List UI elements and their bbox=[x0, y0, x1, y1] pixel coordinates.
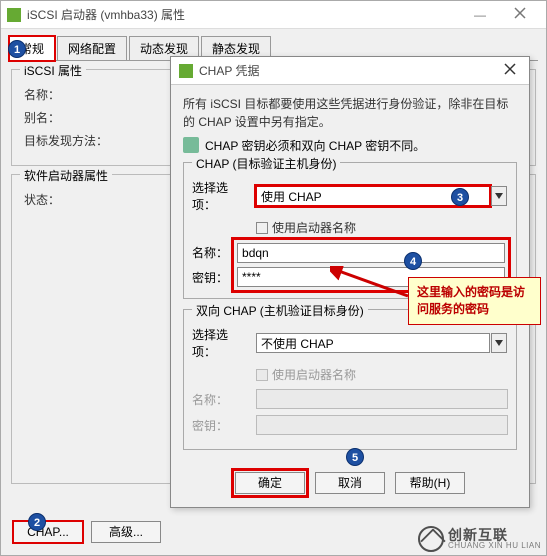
close-button[interactable] bbox=[500, 4, 540, 26]
chap-description: 所有 iSCSI 目标都要使用这些凭据进行身份验证，除非在目标的 CHAP 设置… bbox=[183, 95, 517, 131]
minimize-button[interactable]: — bbox=[460, 4, 500, 26]
app-icon bbox=[179, 64, 193, 78]
close-icon bbox=[504, 63, 516, 75]
mutual-name-input bbox=[256, 389, 508, 409]
callout-badge-3: 3 bbox=[451, 188, 469, 206]
help-button[interactable]: 帮助(H) bbox=[395, 472, 465, 494]
mutual-use-initiator-label: 使用启动器名称 bbox=[272, 366, 356, 383]
cancel-button[interactable]: 取消 bbox=[315, 472, 385, 494]
watermark-cn: 创新互联 bbox=[448, 528, 541, 542]
chap-close-button[interactable] bbox=[499, 63, 521, 78]
group-iscsi-legend: iSCSI 属性 bbox=[20, 62, 86, 79]
mutual-secret-input bbox=[256, 415, 508, 435]
mutual-use-initiator-checkbox bbox=[256, 369, 268, 381]
label-alias: 别名： bbox=[24, 109, 114, 126]
chap-name-input[interactable]: bdqn bbox=[237, 243, 505, 263]
chap-use-initiator-checkbox[interactable] bbox=[256, 222, 268, 234]
label-chap-name: 名称： bbox=[192, 244, 228, 261]
dropdown-arrow-button[interactable] bbox=[491, 333, 507, 353]
callout-badge-2: 2 bbox=[28, 513, 46, 531]
callout-tooltip: 这里输入的密码是访问服务的密码 bbox=[408, 277, 541, 325]
callout-badge-1: 1 bbox=[8, 40, 26, 58]
label-name: 名称： bbox=[24, 86, 114, 103]
mutual-use-initiator-row: 使用启动器名称 bbox=[256, 366, 508, 383]
chap-info-text: CHAP 密钥必须和双向 CHAP 密钥不同。 bbox=[205, 137, 425, 154]
ok-button[interactable]: 确定 bbox=[235, 472, 305, 494]
label-mutual-secret: 密钥： bbox=[192, 417, 250, 434]
label-mutual-option: 选择选项： bbox=[192, 326, 250, 360]
label-discovery: 目标发现方法： bbox=[24, 132, 114, 149]
chap-dialog-buttons: 确定 取消 帮助(H) bbox=[171, 464, 529, 504]
group-software-legend: 软件启动器属性 bbox=[20, 167, 112, 184]
watermark-en: CHUANG XIN HU LIAN bbox=[448, 542, 541, 550]
info-icon bbox=[183, 137, 199, 153]
chap-use-initiator-row: 使用启动器名称 bbox=[256, 219, 508, 236]
chap-use-initiator-label: 使用启动器名称 bbox=[272, 219, 356, 236]
watermark: 创新互联 CHUANG XIN HU LIAN bbox=[418, 526, 541, 552]
dropdown-arrow-button[interactable] bbox=[491, 186, 507, 206]
mutual-option-dropdown[interactable]: 不使用 CHAP bbox=[256, 333, 490, 353]
chevron-down-icon bbox=[495, 193, 503, 199]
advanced-button[interactable]: 高级... bbox=[91, 521, 161, 543]
chap-button[interactable]: CHAP... bbox=[13, 521, 83, 543]
watermark-logo-icon bbox=[418, 526, 444, 552]
main-titlebar: iSCSI 启动器 (vmhba33) 属性 — bbox=[1, 1, 546, 29]
chap-titlebar: CHAP 凭据 bbox=[171, 57, 529, 85]
callout-badge-5: 5 bbox=[346, 448, 364, 466]
label-status: 状态： bbox=[24, 191, 114, 208]
label-mutual-name: 名称： bbox=[192, 391, 250, 408]
group-chap-legend: CHAP (目标验证主机身份) bbox=[192, 155, 340, 172]
group-mutual-chap: 双向 CHAP (主机验证目标身份) 选择选项： 不使用 CHAP 使用启动器名… bbox=[183, 309, 517, 450]
chap-info-row: CHAP 密钥必须和双向 CHAP 密钥不同。 bbox=[183, 137, 517, 154]
chap-title: CHAP 凭据 bbox=[199, 62, 499, 79]
mutual-option-value: 不使用 CHAP bbox=[261, 335, 334, 352]
label-chap-secret: 密钥： bbox=[192, 269, 228, 286]
chap-option-value: 使用 CHAP bbox=[261, 188, 322, 205]
window-title: iSCSI 启动器 (vmhba33) 属性 bbox=[27, 6, 460, 23]
app-icon bbox=[7, 8, 21, 22]
tab-network[interactable]: 网络配置 bbox=[57, 36, 127, 61]
chevron-down-icon bbox=[495, 340, 503, 346]
label-chap-option: 选择选项： bbox=[192, 179, 250, 213]
callout-arrow-icon bbox=[330, 266, 410, 306]
close-icon bbox=[514, 7, 526, 19]
